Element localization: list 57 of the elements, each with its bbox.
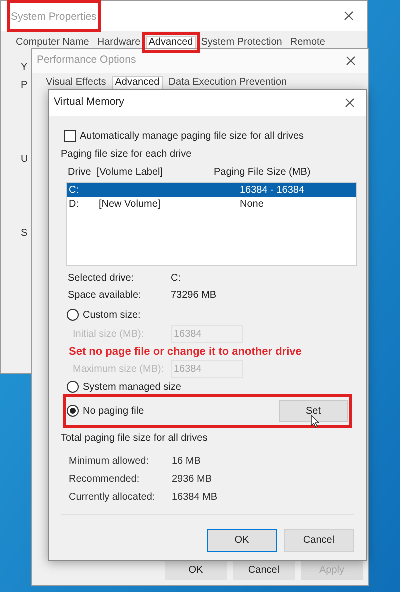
tab[interactable]: Data Execution Prevention xyxy=(166,76,290,89)
volume-label: [New Volume] xyxy=(99,198,161,210)
clipped-label: S xyxy=(21,228,28,240)
drive-row[interactable]: D: [New Volume] None xyxy=(67,197,356,211)
checkbox[interactable] xyxy=(64,130,76,142)
tab[interactable]: System Protection xyxy=(198,36,286,49)
info-value: C: xyxy=(171,272,181,286)
dialog-button[interactable]: OK xyxy=(207,529,277,552)
tab[interactable]: Hardware xyxy=(94,36,144,49)
info-label: Recommended: xyxy=(69,472,141,486)
info-label: Selected drive: xyxy=(68,272,136,286)
mouse-pointer-icon xyxy=(311,415,320,428)
close-icon xyxy=(345,98,355,108)
paging-size: None xyxy=(240,198,264,212)
column-header: Drive [Volume Label] xyxy=(68,166,164,180)
tab[interactable]: Advanced xyxy=(146,36,196,48)
info-value: 2936 MB xyxy=(172,472,212,486)
info-value: 73296 MB xyxy=(171,289,217,303)
tab[interactable]: Remote xyxy=(287,36,328,49)
radio-label: No paging file xyxy=(83,404,144,418)
close-icon xyxy=(344,11,354,21)
close-icon xyxy=(346,56,356,66)
paging-size: 16384 - 16384 xyxy=(240,184,305,198)
radio-label: System managed size xyxy=(83,380,182,394)
tab[interactable]: Visual Effects xyxy=(43,76,110,89)
tab[interactable]: Computer Name xyxy=(13,36,92,49)
radio-button[interactable] xyxy=(67,405,79,417)
drive-letter: D: xyxy=(68,198,80,212)
window-title: Virtual Memory xyxy=(54,95,124,110)
clipped-label: U xyxy=(21,154,28,166)
info-label: Space available: xyxy=(68,289,142,303)
radio-button[interactable] xyxy=(67,381,79,393)
section-heading: Total paging file size for all drives xyxy=(61,432,209,446)
dialog-button[interactable]: Cancel xyxy=(284,529,354,552)
annotation-text: Set no page file or change it to another drive xyxy=(69,344,302,358)
window-title: Performance Options xyxy=(37,53,136,68)
info-label: Minimum allowed: xyxy=(69,454,150,468)
info-label: Currently allocated: xyxy=(69,490,156,504)
column-header: Paging File Size (MB) xyxy=(214,166,311,180)
field-label: Initial size (MB): xyxy=(73,328,146,342)
set-button[interactable]: Set xyxy=(279,400,348,422)
field-label: Maximum size (MB): xyxy=(73,362,166,376)
window-title: System Properties xyxy=(11,11,97,23)
highlight-frame xyxy=(142,32,200,53)
info-value: 16384 MB xyxy=(172,490,218,504)
radio-button[interactable] xyxy=(67,309,79,321)
tab[interactable]: Advanced xyxy=(112,76,163,89)
clipped-label: P xyxy=(21,80,28,92)
info-value: 16 MB xyxy=(172,454,201,468)
checkbox-label: Automatically manage paging file size for all drives xyxy=(80,130,304,144)
clipped-label: Y xyxy=(21,62,28,74)
section-heading: Paging file size for each drive xyxy=(61,148,193,162)
drive-letter: C: xyxy=(68,184,80,198)
dialog-button[interactable]: Cancel xyxy=(233,560,295,580)
drive-row[interactable]: C: 16384 - 16384 xyxy=(67,183,356,197)
radio-label: Custom size: xyxy=(83,308,141,322)
dialog-button[interactable]: OK xyxy=(165,560,227,580)
